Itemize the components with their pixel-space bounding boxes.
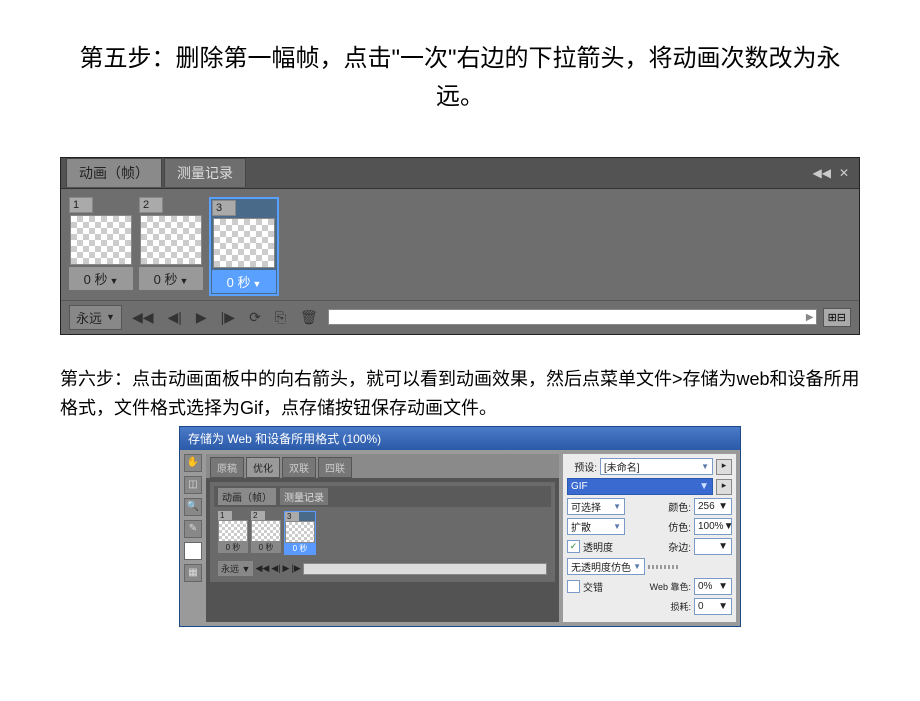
mini-thumb (251, 520, 281, 542)
matte-label: 杂边: (668, 539, 691, 554)
dither-amt-label: 仿色: (628, 519, 691, 534)
interlaced-checkbox[interactable] (567, 580, 580, 593)
close-icon[interactable]: ✕ (839, 166, 849, 180)
mini-frame-2[interactable]: 2 0 秒 (251, 511, 281, 555)
hand-tool-icon[interactable]: ✋ (184, 454, 202, 472)
colors-label: 颜色: (628, 499, 691, 514)
preset-label: 预设: (567, 459, 597, 474)
frame-delay[interactable]: 0 秒▼ (69, 267, 133, 290)
trans-dither-dropdown[interactable]: 无透明度仿色▼ (567, 558, 645, 575)
zoom-tool-icon[interactable]: 🔍 (184, 498, 202, 516)
mini-next-icon[interactable]: |▶ (291, 563, 300, 574)
mini-scrollbar[interactable] (303, 563, 547, 575)
frame-thumbnail (213, 218, 275, 268)
format-menu-icon[interactable]: ▸ (716, 479, 732, 495)
settings-panel: 预设: [未命名]▼ ▸ GIF▼ ▸ 可选择▼ 颜色: 256▼ 扩散▼ 仿色… (563, 454, 736, 622)
tab-animation[interactable]: 动画（帧） (66, 158, 162, 187)
slice-visibility-icon[interactable]: ▦ (184, 564, 202, 582)
mini-frame-num: 3 (285, 512, 299, 521)
step5-title: 第五步：删除第一幅帧，点击"一次"右边的下拉箭头，将动画次数改为永远。 (60, 40, 860, 117)
new-frame-icon[interactable]: ⎘ (271, 307, 290, 328)
mini-thumb (218, 520, 248, 542)
websnap-input[interactable]: 0%▼ (694, 578, 732, 595)
frame-number: 1 (69, 197, 93, 213)
mini-frame-time[interactable]: 0 秒 (251, 542, 281, 553)
lossy-input[interactable]: 0▼ (694, 598, 732, 615)
tab-original[interactable]: 原稿 (210, 457, 244, 478)
tween-icon[interactable]: ⟳ (245, 307, 265, 328)
mini-frame-3-selected[interactable]: 3 0 秒 (284, 511, 316, 555)
reduction-dropdown[interactable]: 可选择▼ (567, 498, 625, 515)
matte-dropdown[interactable]: ▼ (694, 538, 732, 555)
save-for-web-dialog: 存储为 Web 和设备所用格式 (100%) ✋ ◫ 🔍 ✎ ▦ 原稿 优化 双… (179, 426, 741, 627)
animation-panel: 动画（帧） 测量记录 ◀◀ ✕ 1 0 秒▼ 2 0 秒▼ 3 0 秒▼ 永远▼… (60, 157, 860, 335)
frame-1[interactable]: 1 0 秒▼ (69, 197, 133, 296)
format-dropdown[interactable]: GIF▼ (567, 478, 713, 495)
delete-frame-icon[interactable]: 🗑 (296, 307, 322, 328)
mini-prev-icon[interactable]: ◀| (271, 563, 280, 574)
slice-tool-icon[interactable]: ◫ (184, 476, 202, 494)
preview-area: 原稿 优化 双联 四联 动画（帧） 测量记录 1 0 秒 2 (206, 454, 559, 622)
step6-text: 第六步：点击动画面板中的向右箭头，就可以看到动画效果，然后点菜单文件>存储为we… (60, 365, 860, 423)
colors-input[interactable]: 256▼ (694, 498, 732, 515)
frame-3-selected[interactable]: 3 0 秒▼ (209, 197, 279, 296)
first-frame-button[interactable]: ◀◀ (128, 307, 158, 328)
mini-frame-num: 1 (218, 511, 232, 520)
eyedropper-tool-icon[interactable]: ✎ (184, 520, 202, 538)
collapse-icon[interactable]: ◀◀ (812, 166, 830, 180)
frames-area: 1 0 秒▼ 2 0 秒▼ 3 0 秒▼ (61, 189, 859, 300)
convert-timeline-button[interactable]: ⊞⊟ (823, 308, 851, 327)
loop-dropdown[interactable]: 永远▼ (69, 305, 122, 330)
next-frame-button[interactable]: |▶ (217, 307, 239, 328)
mini-tab-anim[interactable]: 动画（帧） (218, 488, 276, 505)
dither-amt-input[interactable]: 100%▼ (694, 518, 732, 535)
tab-2up[interactable]: 双联 (282, 457, 316, 478)
frame-thumbnail (140, 215, 202, 265)
preset-dropdown[interactable]: [未命名]▼ (600, 458, 713, 475)
websnap-label: Web 靠色: (650, 580, 691, 593)
play-button[interactable]: ▶ (192, 307, 211, 328)
mini-frame-time[interactable]: 0 秒 (218, 542, 248, 553)
color-swatch-icon[interactable] (184, 542, 202, 560)
mini-loop-dropdown[interactable]: 永远 ▼ (218, 561, 253, 576)
frame-number: 2 (139, 197, 163, 213)
scrollbar[interactable]: ▶ (328, 309, 817, 325)
tab-measurement[interactable]: 测量记录 (164, 158, 246, 187)
transparency-checkbox[interactable]: ✓ (567, 540, 580, 553)
panel-tabs: 动画（帧） 测量记录 ◀◀ ✕ (61, 158, 859, 189)
transparency-label: 透明度 (583, 539, 665, 554)
mini-frame-time[interactable]: 0 秒 (285, 543, 315, 554)
tab-4up[interactable]: 四联 (318, 457, 352, 478)
dither-dropdown[interactable]: 扩散▼ (567, 518, 625, 535)
prev-frame-button[interactable]: ◀| (163, 307, 185, 328)
frame-number: 3 (212, 200, 236, 216)
mini-thumb (285, 521, 315, 543)
dialog-title: 存储为 Web 和设备所用格式 (100%) (180, 427, 740, 450)
frame-2[interactable]: 2 0 秒▼ (139, 197, 203, 296)
frame-thumbnail (70, 215, 132, 265)
interlaced-label: 交错 (583, 579, 647, 594)
mini-frame-num: 2 (251, 511, 265, 520)
frame-delay[interactable]: 0 秒▼ (139, 267, 203, 290)
toolbar: ✋ ◫ 🔍 ✎ ▦ (184, 454, 202, 622)
playback-controls: 永远▼ ◀◀ ◀| ▶ |▶ ⟳ ⎘ 🗑 ▶ ⊞⊟ (61, 300, 859, 334)
frame-delay[interactable]: 0 秒▼ (212, 270, 276, 293)
lossy-label: 损耗: (670, 600, 691, 613)
preset-menu-icon[interactable]: ▸ (716, 459, 732, 475)
mini-frame-1[interactable]: 1 0 秒 (218, 511, 248, 555)
mini-play-icon[interactable]: ▶ (283, 563, 290, 574)
mini-tab-measure[interactable]: 测量记录 (280, 488, 328, 505)
mini-first-icon[interactable]: ◀◀ (255, 563, 269, 574)
tab-optimized[interactable]: 优化 (246, 457, 280, 478)
trans-dither-slider[interactable] (648, 565, 678, 569)
